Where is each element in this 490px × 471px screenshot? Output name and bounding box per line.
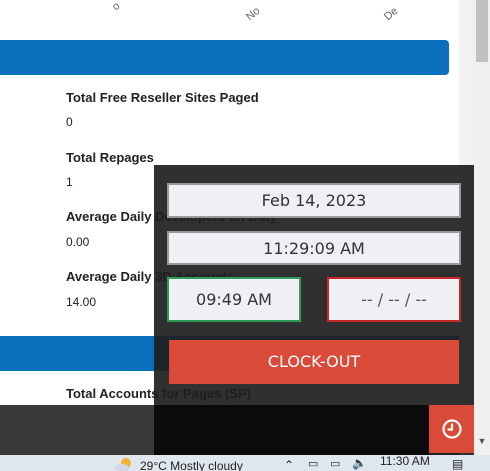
current-time-display: 11:29:09 AM (167, 231, 461, 265)
axis-label-partial: o (110, 0, 123, 14)
scrollbar-thumb[interactable] (476, 0, 488, 62)
axis-label-de: De (382, 4, 401, 24)
clock-panel-footer (154, 405, 429, 455)
notifications-icon[interactable]: ▤ (452, 457, 463, 471)
stat-value-developers: 0.00 (66, 235, 90, 249)
clock-out-button[interactable]: CLOCK-OUT (169, 340, 459, 384)
stat-value-free-reseller: 0 (66, 115, 73, 129)
clock-in-time: 09:49 AM (167, 277, 301, 322)
clock-icon (441, 419, 462, 439)
scrollbar-track[interactable] (474, 0, 490, 455)
taskbar: 29°C Mostly cloudy ⌃ ▭ ▭ 🔈 11:30 AM ▤ (0, 454, 490, 471)
weather-text[interactable]: 29°C Mostly cloudy (140, 459, 243, 471)
taskbar-clock[interactable]: 11:30 AM (380, 454, 430, 468)
stat-value-3d-accounts: 14.00 (66, 295, 97, 309)
tray-volume-icon[interactable]: 🔈 (352, 456, 367, 470)
weather-cloud-icon (115, 458, 131, 471)
screen: o No De Total Free Reseller Sites Paged … (0, 0, 490, 471)
tray-network-icon[interactable]: ▭ (308, 457, 318, 470)
stat-label-repages: Total Repages (66, 150, 154, 165)
tray-chevron-icon[interactable]: ⌃ (284, 458, 294, 471)
date-display: Feb 14, 2023 (167, 183, 461, 218)
section-header-bar (0, 40, 449, 75)
tray-display-icon[interactable]: ▭ (330, 457, 340, 470)
scroll-down-arrow-icon[interactable]: ▼ (476, 435, 488, 447)
clock-out-time: -- / -- / -- (327, 277, 461, 322)
axis-label-no: No (244, 4, 263, 24)
stat-label-free-reseller: Total Free Reseller Sites Paged (66, 90, 259, 105)
stat-value-repages: 1 (66, 175, 73, 189)
clock-toggle-button[interactable] (429, 405, 474, 453)
